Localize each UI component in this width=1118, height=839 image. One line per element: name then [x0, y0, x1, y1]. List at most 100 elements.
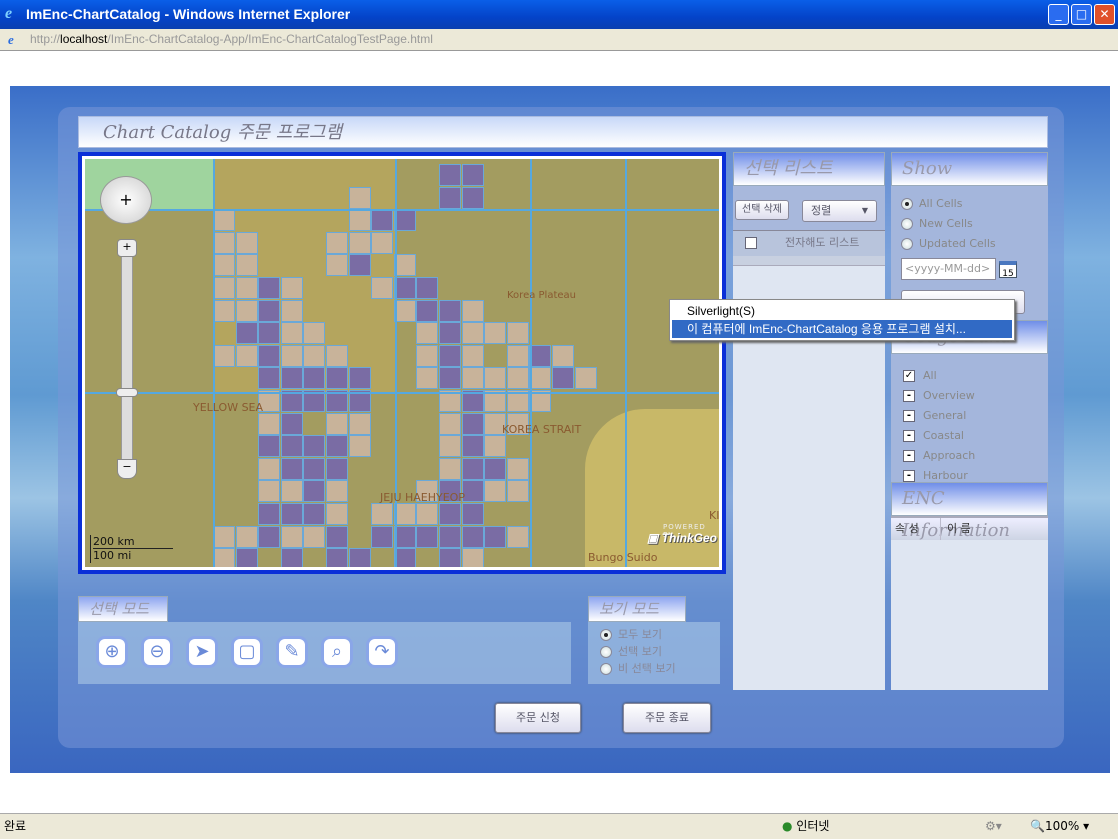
usage-overview[interactable]: - Overview [903, 386, 1036, 406]
chart-cell-selected[interactable] [484, 525, 507, 548]
zoom-in-map-button[interactable]: + [117, 239, 137, 257]
chart-cell[interactable] [326, 480, 348, 503]
chart-cell[interactable] [213, 299, 235, 322]
radio[interactable] [901, 198, 913, 210]
chart-cell[interactable] [439, 435, 461, 458]
chart-cell-selected[interactable] [393, 209, 416, 232]
chart-cell-selected[interactable] [280, 457, 303, 480]
chart-cell[interactable] [213, 209, 235, 232]
chart-cell-selected[interactable] [461, 503, 484, 525]
chart-cell-selected[interactable] [416, 525, 439, 548]
chart-cell-selected[interactable] [258, 435, 281, 458]
chart-cell[interactable] [326, 344, 348, 367]
chart-cell[interactable] [506, 457, 529, 480]
close-button[interactable]: ✕ [1094, 4, 1115, 25]
zoom-out-icon[interactable]: ⊖ [141, 636, 173, 668]
chart-cell-selected[interactable] [461, 164, 484, 186]
chart-cell-selected[interactable] [416, 277, 439, 299]
checkbox-indeterminate[interactable]: - [903, 450, 915, 462]
chart-cell[interactable] [348, 231, 371, 254]
chart-cell[interactable] [416, 344, 439, 367]
chart-cell[interactable] [484, 367, 507, 390]
chart-cell-selected[interactable] [258, 299, 281, 322]
chart-cell[interactable] [484, 435, 507, 458]
chart-cell-selected[interactable] [258, 525, 281, 548]
radio[interactable] [901, 218, 913, 230]
checkbox-indeterminate[interactable]: - [903, 430, 915, 442]
chart-cell-selected[interactable] [552, 367, 574, 390]
chart-cell[interactable] [235, 254, 258, 277]
chart-cell-selected[interactable] [326, 457, 348, 480]
chart-cell-selected[interactable] [258, 322, 281, 345]
chart-cell[interactable] [280, 322, 303, 345]
chart-cell[interactable] [484, 480, 507, 503]
menu-item-install[interactable]: 이 컴퓨터에 ImEnc-ChartCatalog 응용 프로그램 설치... [672, 320, 1012, 338]
chart-cell-selected[interactable] [461, 412, 484, 435]
checkbox-indeterminate[interactable]: - [903, 390, 915, 402]
zoom-slider[interactable] [121, 239, 133, 479]
chart-cell-selected[interactable] [461, 525, 484, 548]
radio-view-all[interactable]: 모두 보기 [600, 626, 708, 643]
chart-cell[interactable] [506, 525, 529, 548]
chart-cell-selected[interactable] [461, 435, 484, 458]
chart-cell[interactable] [439, 457, 461, 480]
chart-cell[interactable] [416, 367, 439, 390]
chart-cell[interactable] [258, 457, 281, 480]
chart-cell-selected[interactable] [393, 548, 416, 567]
chart-cell-selected[interactable] [326, 367, 348, 390]
chart-cell-selected[interactable] [326, 525, 348, 548]
chart-cell[interactable] [416, 503, 439, 525]
chart-cell[interactable] [461, 344, 484, 367]
usage-approach[interactable]: - Approach [903, 446, 1036, 466]
exit-order-button[interactable]: 주문 종료 [623, 703, 711, 733]
chart-cell[interactable] [303, 322, 326, 345]
chart-cell-selected[interactable] [439, 299, 461, 322]
chart-cell-selected[interactable] [416, 299, 439, 322]
chart-cell-selected[interactable] [303, 435, 326, 458]
chart-cell-selected[interactable] [258, 277, 281, 299]
chart-cell[interactable] [280, 277, 303, 299]
chart-cell-selected[interactable] [439, 503, 461, 525]
chart-cell-selected[interactable] [280, 367, 303, 390]
chart-cell[interactable] [348, 209, 371, 232]
chart-cell[interactable] [280, 299, 303, 322]
chart-cell-selected[interactable] [439, 548, 461, 567]
chart-cell-selected[interactable] [280, 503, 303, 525]
chart-cell[interactable] [461, 299, 484, 322]
radio[interactable] [600, 629, 612, 641]
rectangle-select-icon[interactable]: ▢ [231, 636, 263, 668]
chart-cell[interactable] [574, 367, 597, 390]
chart-cell-selected[interactable] [235, 322, 258, 345]
date-input[interactable]: <yyyy-MM-dd> [901, 258, 996, 280]
chart-cell-selected[interactable] [439, 367, 461, 390]
chart-cell-selected[interactable] [439, 344, 461, 367]
protected-mode-icon[interactable]: ⚙▾ [985, 814, 1002, 838]
chart-cell[interactable] [506, 367, 529, 390]
chart-cell[interactable] [348, 186, 371, 209]
chart-cell[interactable] [326, 231, 348, 254]
usage-all[interactable]: ✓ All [903, 366, 1036, 386]
chart-cell-selected[interactable] [439, 322, 461, 345]
chart-cell[interactable] [416, 322, 439, 345]
radio[interactable] [600, 663, 612, 675]
chart-cell-selected[interactable] [303, 480, 326, 503]
chart-cell-selected[interactable] [484, 457, 507, 480]
chart-cell[interactable] [506, 480, 529, 503]
chart-cell[interactable] [348, 412, 371, 435]
chart-cell[interactable] [235, 299, 258, 322]
chart-cell[interactable] [258, 412, 281, 435]
chart-cell-selected[interactable] [303, 503, 326, 525]
chart-cell-selected[interactable] [371, 525, 394, 548]
chart-cell[interactable] [326, 503, 348, 525]
radio-updated-cells[interactable]: Updated Cells [901, 234, 1038, 254]
chart-cell[interactable] [393, 299, 416, 322]
checkbox-indeterminate[interactable]: - [903, 470, 915, 482]
chart-cell[interactable] [235, 231, 258, 254]
chart-cell-selected[interactable] [258, 503, 281, 525]
chart-cell-selected[interactable] [371, 209, 394, 232]
chart-cell[interactable] [213, 525, 235, 548]
chart-cell[interactable] [506, 322, 529, 345]
chart-cell[interactable] [461, 367, 484, 390]
chart-cell-selected[interactable] [439, 525, 461, 548]
chart-cell[interactable] [280, 480, 303, 503]
